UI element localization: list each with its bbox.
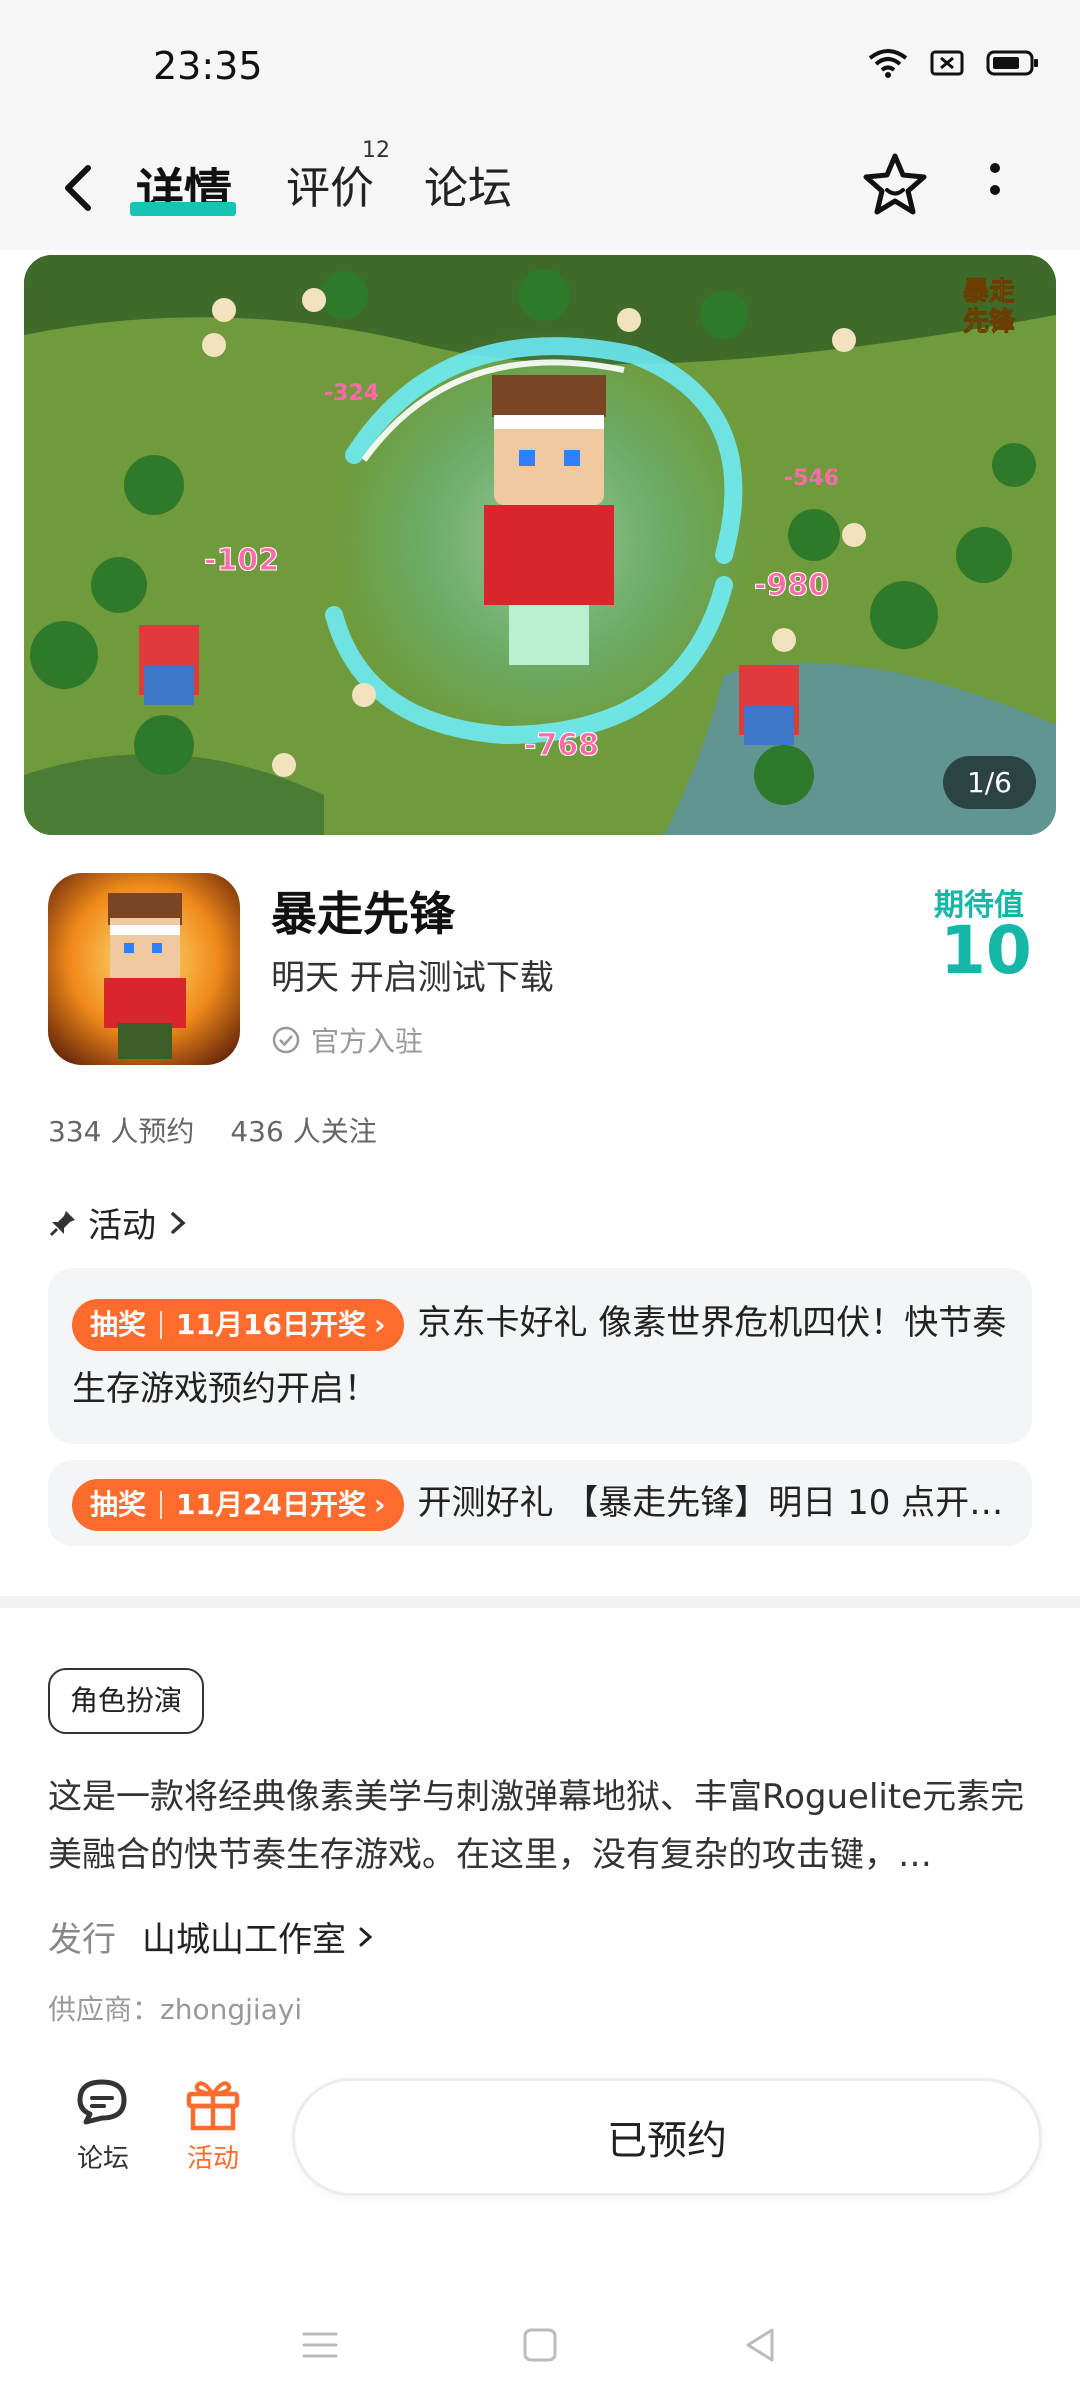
official-badge: 官方入驻 bbox=[271, 1020, 423, 1060]
forum-label: 论坛 bbox=[76, 2144, 129, 2174]
check-circle-icon bbox=[272, 1026, 300, 1054]
svg-text:先锋: 先锋 bbox=[963, 307, 1016, 337]
svg-text:-980: -980 bbox=[754, 568, 829, 603]
back-arrow-icon[interactable] bbox=[52, 158, 112, 218]
menu-icon[interactable] bbox=[300, 2328, 340, 2362]
status-bar: 23:35 bbox=[0, 0, 1080, 130]
carousel-counter: 1/6 bbox=[942, 756, 1036, 809]
status-time: 23:35 bbox=[153, 44, 263, 88]
game-title: 暴走先锋 bbox=[271, 887, 455, 941]
supplier-info: 供应商：zhongjiayi bbox=[48, 1993, 303, 2026]
game-screenshot: -102 -980 -768 -324 -546 暴走 先锋 bbox=[24, 255, 1056, 835]
star-icon[interactable] bbox=[860, 150, 930, 220]
screenshot-carousel[interactable]: -102 -980 -768 -324 -546 暴走 先锋 1/6 bbox=[24, 255, 1056, 835]
activity-card[interactable]: 抽奖 11月24日开奖 › 开测好礼 【暴走先锋】明日 10 点开测！ bbox=[48, 1460, 1032, 1546]
activity-text: 开测好礼 【暴走先锋】明日 10 点开测！ bbox=[417, 1483, 1033, 1523]
activity-card[interactable]: 抽奖 11月16日开奖 › 京东卡好礼 像素世界危机四伏！快节奏生存游戏预约开启… bbox=[48, 1268, 1032, 1444]
genre-tag[interactable]: 角色扮演 bbox=[48, 1668, 205, 1734]
gift-icon bbox=[186, 2081, 240, 2131]
activity-label: 活动 bbox=[186, 2144, 239, 2174]
status-icons bbox=[868, 48, 1040, 78]
pin-icon bbox=[49, 1210, 75, 1236]
reserved-button[interactable]: 已预约 bbox=[292, 2078, 1042, 2196]
chevron-right-icon: › bbox=[373, 1487, 386, 1521]
tag-date: 11月16日开奖 bbox=[176, 1307, 366, 1341]
publisher-row[interactable]: 发行 山城山工作室 bbox=[48, 1912, 376, 1961]
tag-type: 抽奖 bbox=[90, 1487, 147, 1521]
activity-button[interactable]: 活动 bbox=[158, 2074, 268, 2175]
system-nav-bar bbox=[0, 2290, 1080, 2400]
chevron-right-icon bbox=[359, 1927, 373, 1946]
battery-icon bbox=[986, 50, 1038, 76]
top-nav: 详情 评价 12 论坛 bbox=[0, 130, 1080, 250]
svg-text:-102: -102 bbox=[204, 543, 279, 578]
sim-icon bbox=[930, 50, 964, 76]
follower-count: 436 人关注 bbox=[230, 1115, 377, 1148]
publisher-name: 山城山工作室 bbox=[142, 1920, 346, 1960]
app-icon bbox=[48, 873, 240, 1065]
active-tab-indicator bbox=[130, 202, 236, 216]
svg-text:-324: -324 bbox=[324, 381, 379, 406]
home-icon[interactable] bbox=[520, 2325, 560, 2365]
svg-text:-768: -768 bbox=[524, 728, 599, 763]
tag-type: 抽奖 bbox=[90, 1307, 147, 1341]
official-label: 官方入驻 bbox=[311, 1025, 424, 1058]
game-logo-watermark: 暴走 bbox=[963, 277, 1015, 307]
activity-heading-label: 活动 bbox=[88, 1206, 156, 1246]
activity-section-header[interactable]: 活动 bbox=[48, 1198, 190, 1247]
reservation-count: 334 人预约 bbox=[48, 1115, 195, 1148]
release-info: 明天 开启测试下载 bbox=[271, 958, 554, 998]
more-icon[interactable] bbox=[975, 154, 1015, 214]
wifi-icon bbox=[868, 49, 908, 78]
chevron-right-icon bbox=[171, 1211, 186, 1234]
lottery-tag: 抽奖 11月24日开奖 › bbox=[72, 1478, 404, 1531]
chevron-right-icon: › bbox=[373, 1307, 386, 1341]
back-icon[interactable] bbox=[740, 2325, 780, 2365]
publisher-label: 发行 bbox=[48, 1920, 116, 1960]
expectation-score: 10 bbox=[940, 912, 1032, 989]
bottom-action-bar: 论坛 活动 bbox=[48, 2074, 268, 2175]
review-count-badge: 12 bbox=[362, 138, 390, 163]
tab-forum[interactable]: 论坛 bbox=[424, 152, 512, 216]
tag-date: 11月24日开奖 bbox=[176, 1487, 366, 1521]
chat-bubble-icon bbox=[77, 2079, 127, 2125]
tab-reviews[interactable]: 评价 bbox=[286, 152, 374, 216]
section-divider bbox=[0, 1596, 1080, 1608]
lottery-tag: 抽奖 11月16日开奖 › bbox=[72, 1298, 404, 1351]
forum-button[interactable]: 论坛 bbox=[48, 2074, 158, 2175]
stats-row: 334 人预约 436 人关注 bbox=[48, 1110, 377, 1150]
svg-text:-546: -546 bbox=[784, 466, 839, 491]
game-description[interactable]: 这是一款将经典像素美学与刺激弹幕地狱、丰富Roguelite元素完美融合的快节奏… bbox=[48, 1768, 1038, 1884]
